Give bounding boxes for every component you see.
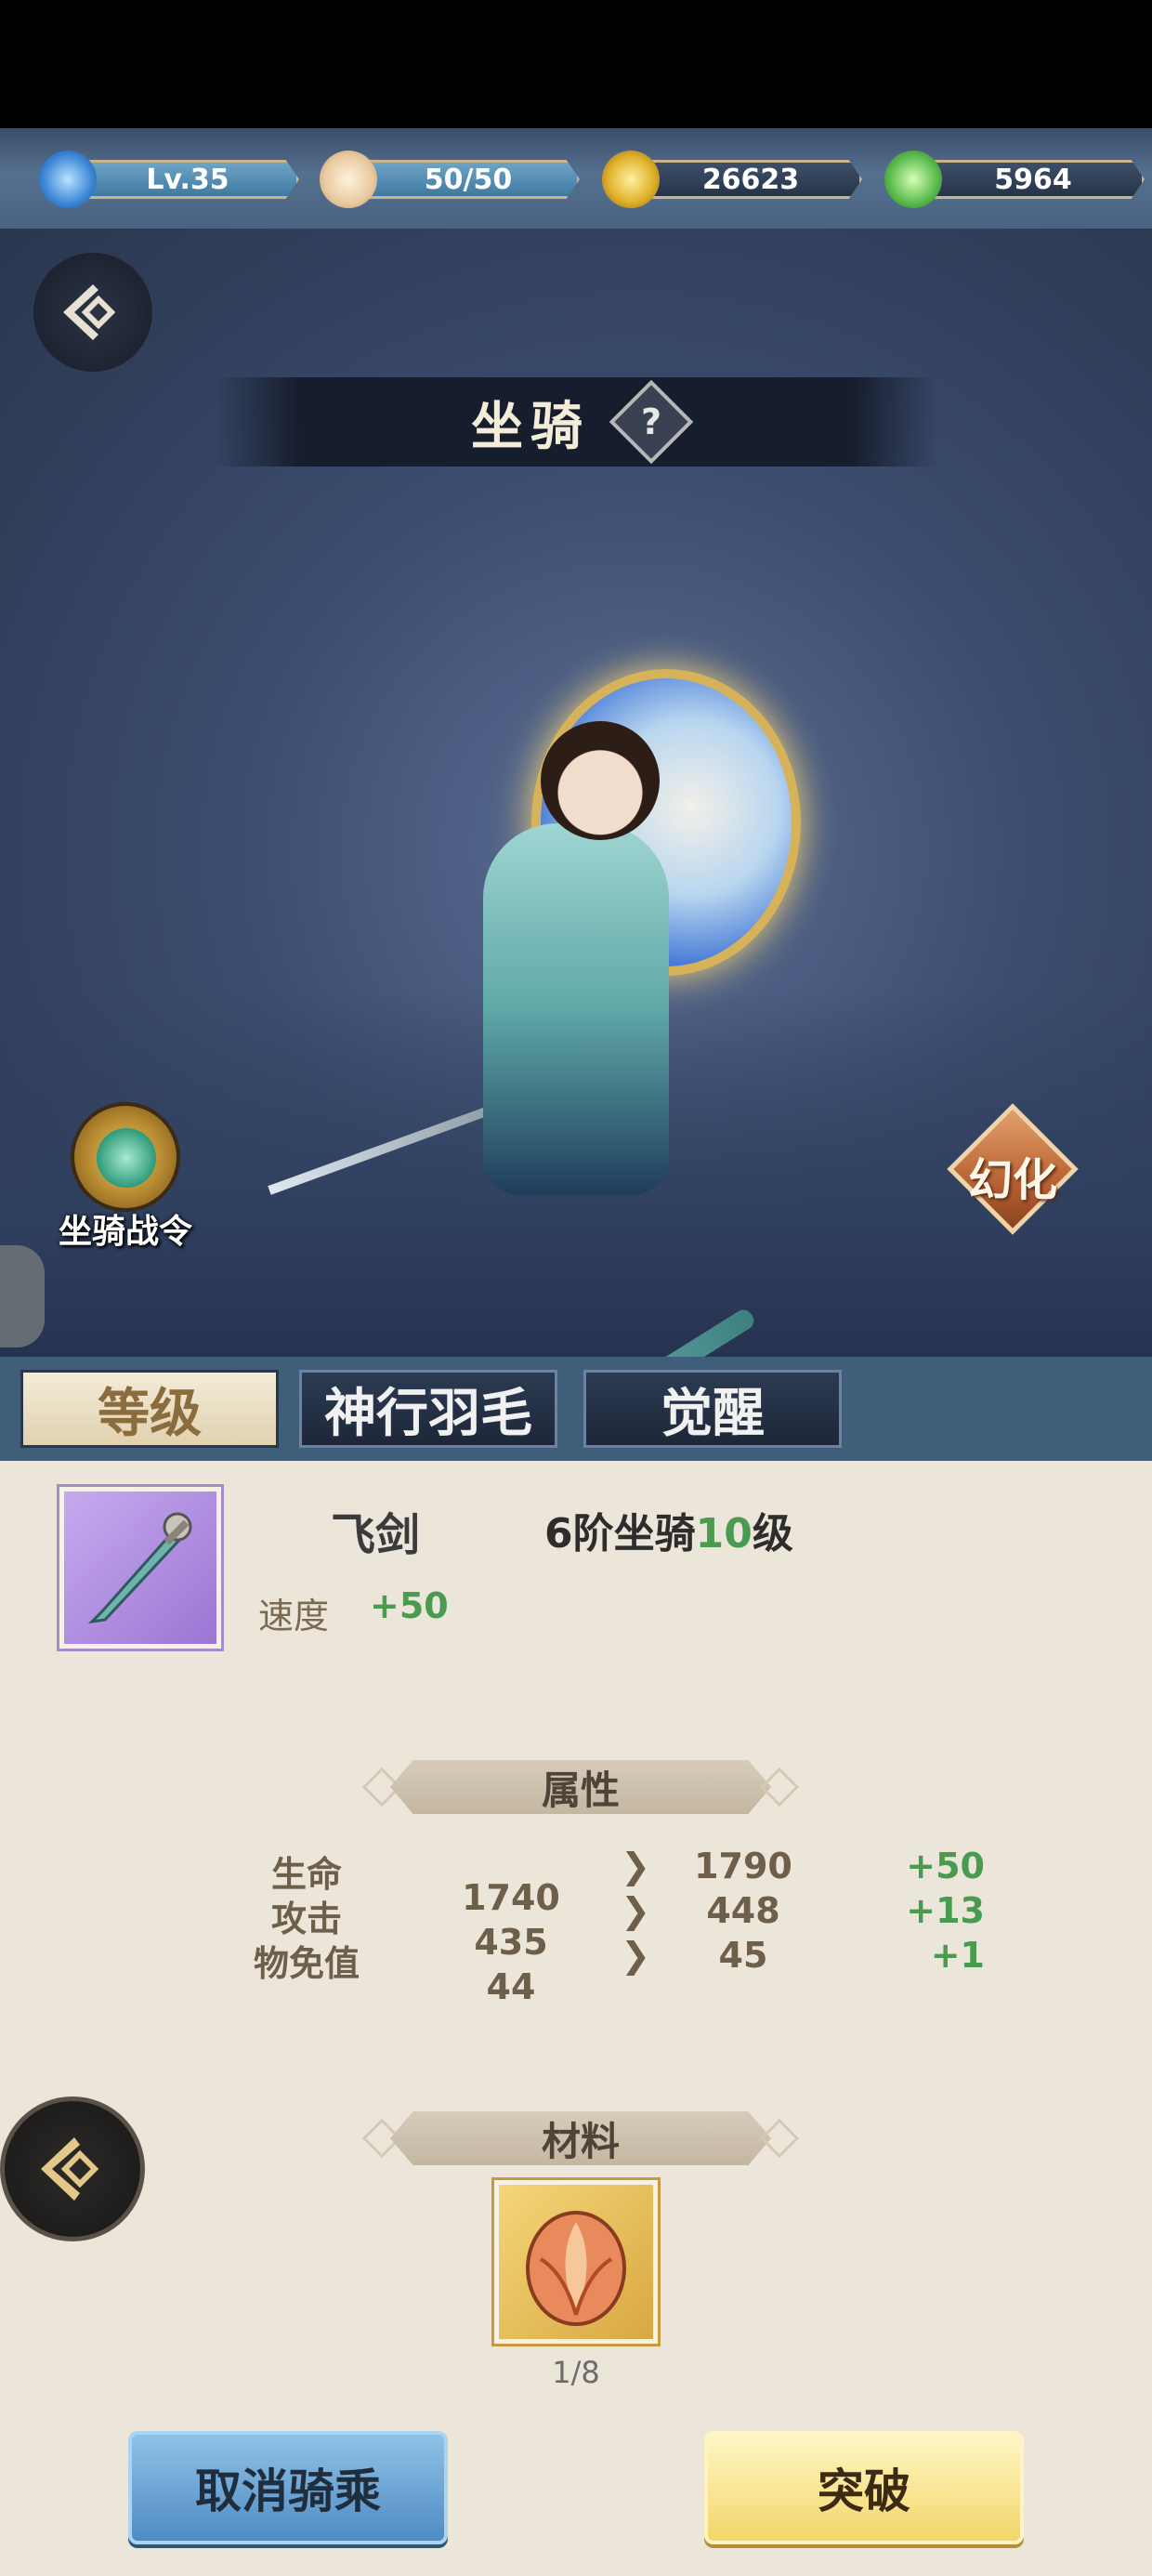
arrow-right-icon: ❯: [621, 1935, 650, 1976]
character-body: [483, 823, 669, 1195]
mount-scene: 坐骑 ? 坐骑战令 幻化: [0, 229, 1152, 1357]
level-panel: 飞剑 6阶坐骑10级 速度 +50 属性 生命 1740 ❯ 1790 +50 …: [0, 1461, 1152, 2576]
transform-button[interactable]: 幻化: [946, 1102, 1080, 1236]
mount-level: 6阶坐骑10级: [544, 1500, 793, 1559]
level-value: Lv.35: [76, 160, 299, 199]
level-swirl-icon: [39, 151, 97, 208]
status-bar: [0, 0, 1152, 128]
tab-bar: 等级 神行羽毛 觉醒: [0, 1357, 1152, 1461]
attr-name: 攻击: [270, 1899, 342, 1939]
speed-value: +50: [370, 1585, 449, 1626]
flame-egg-icon: [526, 2211, 626, 2326]
material-count: 1/8: [552, 2355, 600, 2390]
stamina-display[interactable]: 50/50: [320, 151, 580, 208]
header-ornament-right: [759, 1767, 800, 1807]
attr-diff: +50: [906, 1846, 985, 1886]
attr-diff: +1: [930, 1935, 985, 1976]
attr-name: 生命: [270, 1854, 342, 1895]
title-banner: 坐骑 ?: [214, 377, 938, 467]
stamina-value: 50/50: [357, 160, 580, 199]
flying-sword-icon: [87, 1512, 192, 1624]
mount-level-number: 10: [695, 1510, 753, 1557]
back-arrow-icon: [63, 284, 116, 340]
mount-pass-button[interactable]: 坐骑战令: [37, 1102, 214, 1251]
gold-coin-icon: [602, 151, 660, 208]
arrow-right-icon: ❯: [621, 1846, 650, 1886]
material-slot[interactable]: [491, 2177, 661, 2346]
page-title: 坐骑: [471, 395, 590, 457]
jade-display[interactable]: 5964: [884, 151, 1145, 208]
jade-leaf-icon: [884, 151, 942, 208]
attr-row-phys-immune: 物免值 44 ❯ 45 +1: [0, 1935, 1152, 2007]
attr-current: 44: [486, 1966, 536, 2007]
attributes-title: 属性: [541, 1767, 620, 1813]
mount-item-slot[interactable]: [57, 1484, 224, 1651]
level-display: Lv.35: [39, 151, 299, 208]
header-ornament-right: [759, 2118, 800, 2159]
jade-value: 5964: [922, 160, 1145, 199]
help-symbol: ?: [640, 401, 662, 442]
attr-row-hp: 生命 1740 ❯ 1790 +50: [0, 1846, 1152, 1918]
attr-name: 物免值: [253, 1943, 360, 1984]
side-pet-icon[interactable]: [0, 1245, 45, 1347]
attr-diff: +13: [906, 1890, 985, 1931]
mount-level-suffix: 级: [752, 1510, 793, 1557]
mount-pass-label: 坐骑战令: [58, 1213, 192, 1251]
tab-awaken[interactable]: 觉醒: [583, 1370, 842, 1448]
attr-row-attack: 攻击 435 ❯ 448 +13: [0, 1890, 1152, 1963]
arrow-right-icon: ❯: [621, 1890, 650, 1931]
tab-feather[interactable]: 神行羽毛: [299, 1370, 557, 1448]
cancel-ride-button[interactable]: 取消骑乘: [128, 2431, 448, 2544]
mount-pass-icon: [71, 1102, 180, 1212]
attr-next: 45: [718, 1935, 768, 1976]
tab-level[interactable]: 等级: [20, 1370, 279, 1448]
mount-name: 飞剑: [331, 1509, 421, 1561]
expand-menu-button[interactable]: [0, 2096, 145, 2241]
materials-title: 材料: [541, 2118, 620, 2164]
currency-bar: Lv.35 50/50 26623 5964: [0, 128, 1152, 229]
back-button[interactable]: [33, 253, 152, 372]
stamina-bun-icon: [320, 151, 377, 208]
mount-level-prefix: 6阶坐骑: [544, 1510, 696, 1557]
materials-header: 材料: [361, 2111, 800, 2165]
gold-value: 26623: [639, 160, 862, 199]
breakthrough-button[interactable]: 突破: [704, 2431, 1024, 2544]
attr-next: 1790: [694, 1846, 792, 1886]
speed-label: 速度: [258, 1596, 330, 1636]
attr-next: 448: [706, 1890, 780, 1931]
left-chevron-icon: [41, 2137, 99, 2201]
help-icon[interactable]: ?: [609, 379, 694, 465]
transform-label: 幻化: [967, 1154, 1057, 1206]
attributes-header: 属性: [361, 1760, 800, 1814]
gold-display[interactable]: 26623: [602, 151, 862, 208]
character-head: [541, 721, 660, 840]
